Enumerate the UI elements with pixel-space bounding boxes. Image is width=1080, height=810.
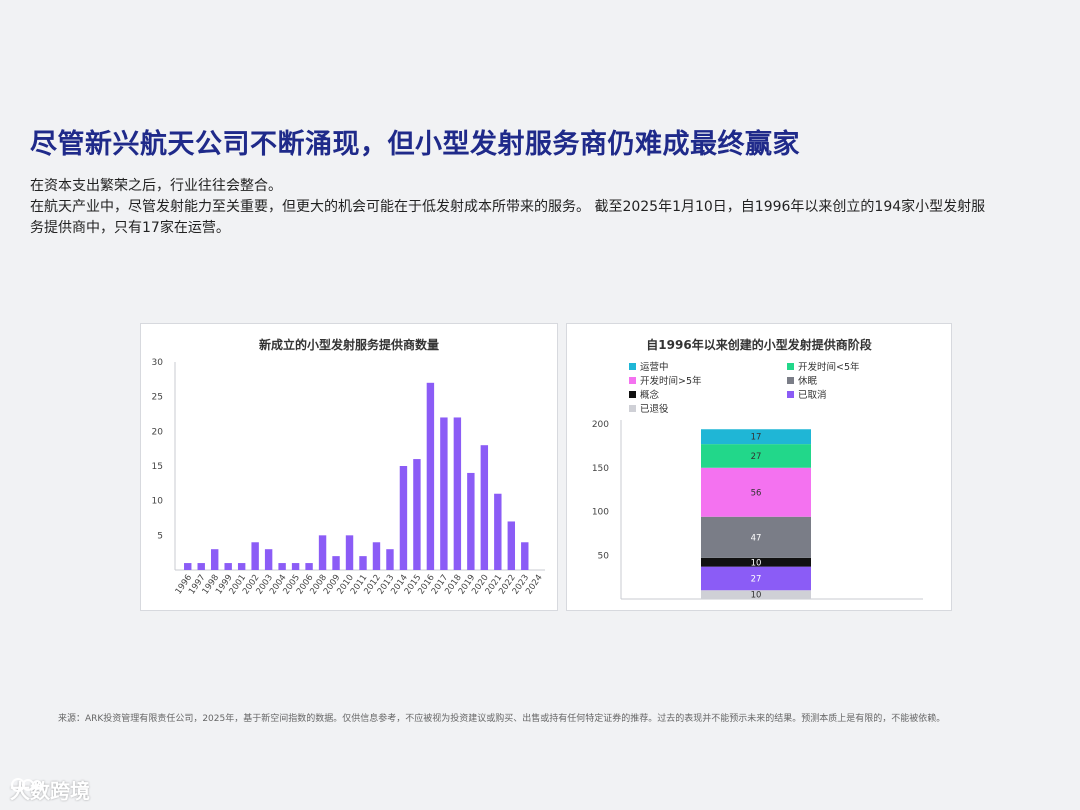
- intro-text: 在资本支出繁荣之后，行业往往会整合。 在航天产业中，尽管发射能力至关重要，但更大…: [30, 176, 990, 239]
- bar: [507, 521, 516, 570]
- bar: [386, 549, 394, 570]
- bar: [426, 382, 435, 570]
- chart-panel-new-providers: 新成立的小型发射服务提供商数量 5 10 15 20 25 30 1996 1997 1998 1…: [140, 323, 558, 611]
- data-label: 17: [751, 433, 762, 443]
- chart-panel-provider-stages: 自1996年以来创建的小型发射提供商阶段 运营中 开发时间<5年 开发时间>5年 休眠…: [566, 323, 952, 611]
- y-tick-label: 25: [152, 393, 163, 403]
- bar: [278, 563, 286, 570]
- bar: [413, 459, 421, 570]
- bar: [521, 542, 529, 570]
- intro-line-1: 在资本支出繁荣之后，行业往往会整合。: [30, 178, 282, 194]
- data-label: 27: [751, 574, 762, 584]
- bar: [453, 417, 462, 570]
- y-tick-label: 5: [157, 531, 163, 541]
- y-tick-label: 30: [152, 358, 164, 368]
- bar: [264, 549, 273, 570]
- y-tick-label: 10: [152, 497, 164, 507]
- data-label: 47: [751, 533, 762, 543]
- bar: [251, 542, 259, 570]
- bar: [184, 563, 192, 570]
- bar: [332, 556, 340, 570]
- bar: [494, 493, 502, 570]
- page-title: 尽管新兴航天公司不断涌现，但小型发射服务商仍难成最终赢家: [30, 129, 800, 160]
- bar: [480, 445, 489, 570]
- data-label: 27: [751, 452, 762, 462]
- bar: [237, 563, 246, 570]
- data-label: 10: [751, 591, 762, 601]
- bar: [318, 535, 327, 570]
- bar: [399, 466, 408, 570]
- data-label: 10: [751, 558, 762, 568]
- intro-line-2: 在航天产业中，尽管发射能力至关重要，但更大的机会可能在于低发射成本所带来的服务。…: [30, 199, 986, 236]
- bar: [359, 556, 367, 570]
- bar: [372, 542, 381, 570]
- y-tick-label: 15: [152, 462, 163, 472]
- bar: [440, 417, 448, 570]
- y-tick-label: 200: [592, 420, 609, 430]
- bar: [210, 549, 219, 570]
- bar: [467, 472, 475, 570]
- bar: [305, 563, 313, 570]
- bar-chart: 5101520253019961997199819992001200220032…: [152, 358, 545, 596]
- source-footnote: 来源：ARK投资管理有限责任公司，2025年，基于新空间指数的数据。仅供信息参考…: [58, 714, 946, 724]
- data-label: 56: [751, 488, 762, 498]
- bar: [291, 563, 300, 570]
- y-tick-label: 20: [152, 427, 164, 437]
- bar: [345, 535, 354, 570]
- y-tick-label: 100: [592, 508, 609, 518]
- y-tick-label: 150: [592, 464, 609, 474]
- bar: [197, 563, 205, 570]
- watermark: 大数跨境: [10, 775, 90, 804]
- y-tick-label: 50: [598, 551, 610, 561]
- watermark-logo-icon: [11, 778, 42, 792]
- bar: [224, 563, 232, 570]
- stacked-bar-chart: 50 100 150 200 10 27 10 47 56 27 17: [592, 420, 923, 601]
